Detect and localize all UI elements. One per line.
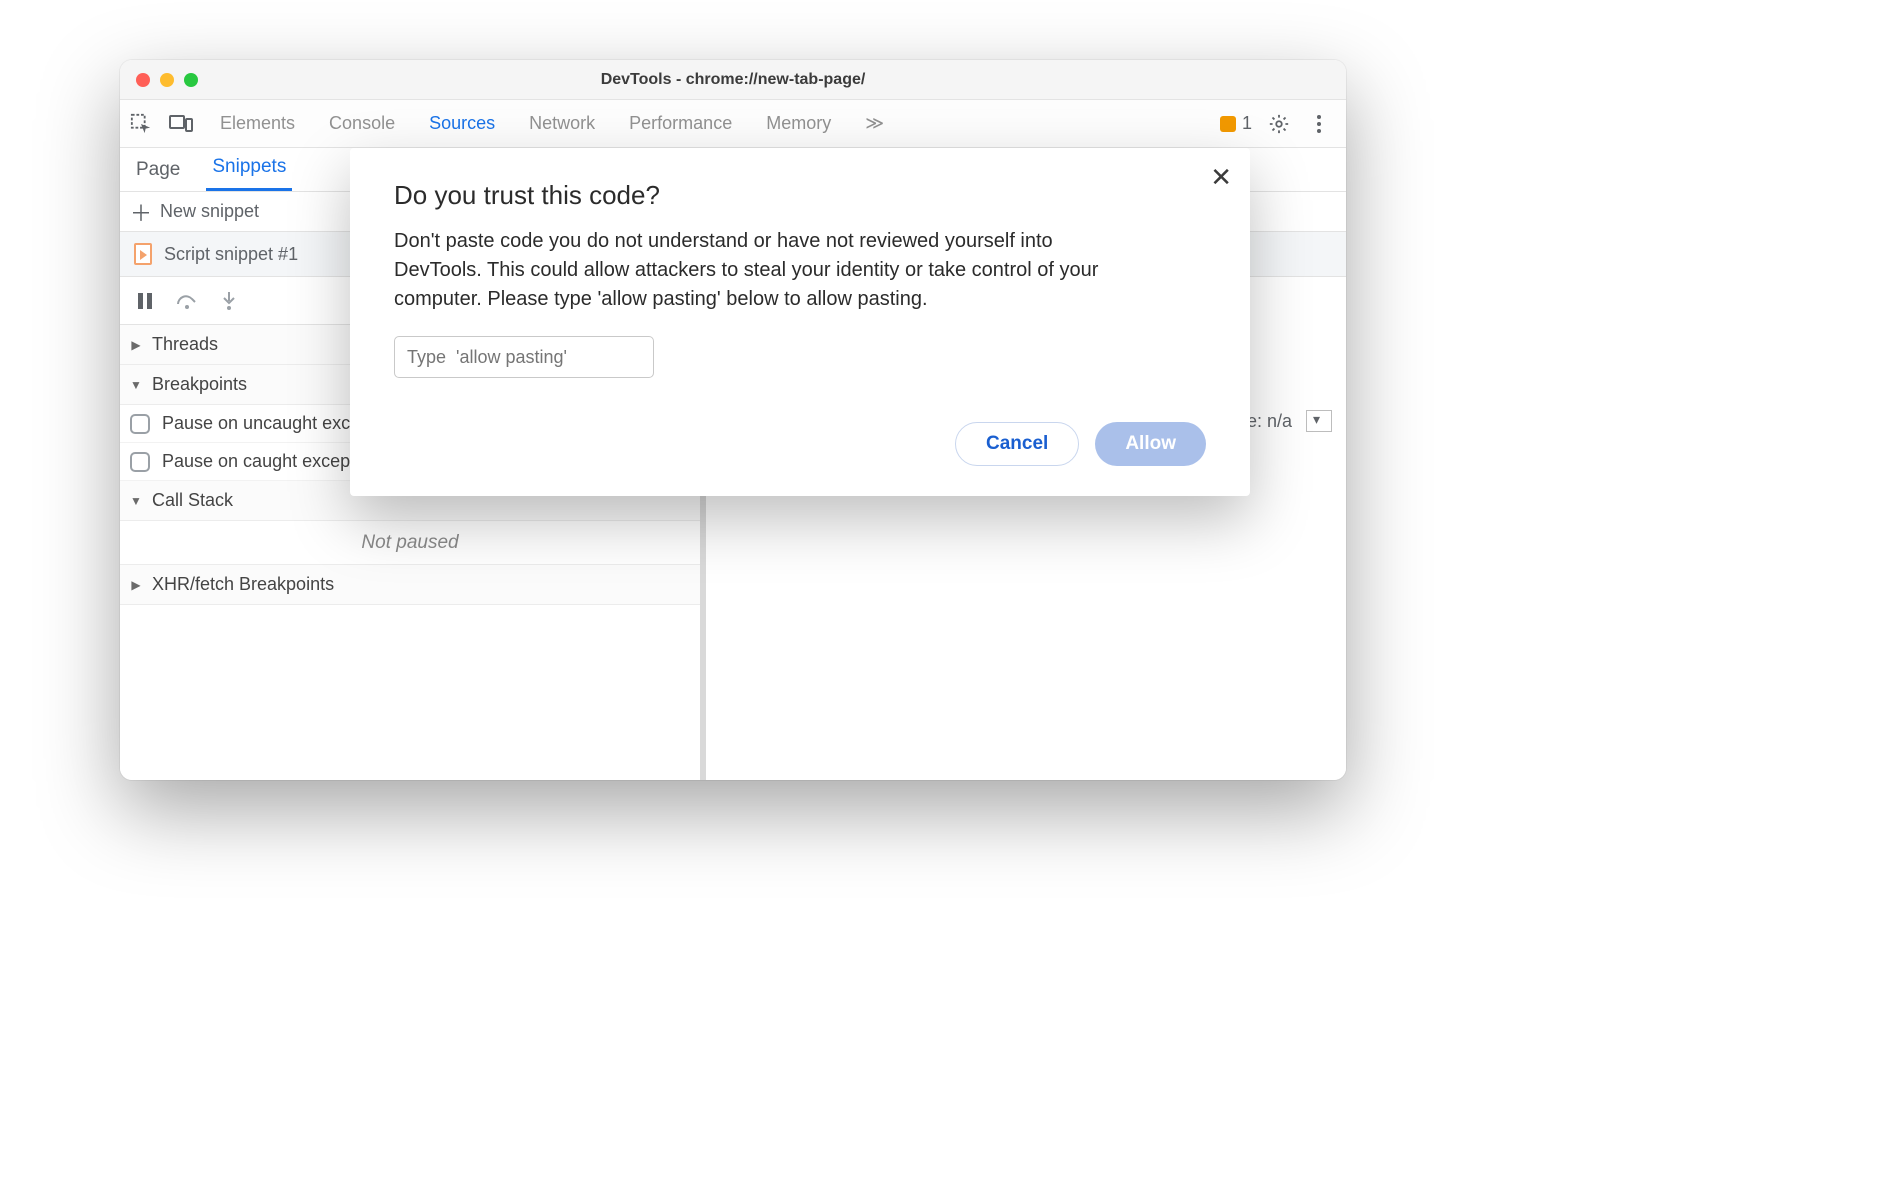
chevron-right-icon: ▶ <box>128 578 144 592</box>
inspect-element-icon[interactable] <box>128 111 154 137</box>
tab-performance[interactable]: Performance <box>621 100 740 148</box>
dialog-close-button[interactable]: ✕ <box>1210 162 1232 193</box>
coverage-dropdown-icon[interactable] <box>1306 410 1332 432</box>
main-tabs-bar: Elements Console Sources Network Perform… <box>120 100 1346 148</box>
allow-button[interactable]: Allow <box>1095 422 1206 466</box>
pause-icon[interactable] <box>132 288 158 314</box>
dialog-title: Do you trust this code? <box>394 180 1206 211</box>
chevron-down-icon: ▼ <box>128 494 144 508</box>
chevron-right-icon: ▶ <box>128 338 144 352</box>
cancel-button[interactable]: Cancel <box>955 422 1079 466</box>
device-toggle-icon[interactable] <box>168 111 194 137</box>
snippet-file-icon <box>134 243 152 265</box>
allow-pasting-input[interactable] <box>394 336 654 378</box>
window-title: DevTools - chrome://new-tab-page/ <box>120 71 1346 89</box>
devtools-window: DevTools - chrome://new-tab-page/ Elemen… <box>120 60 1346 780</box>
new-snippet-label: New snippet <box>160 201 259 222</box>
window-close-button[interactable] <box>136 73 150 87</box>
subtab-page[interactable]: Page <box>130 159 186 191</box>
checkbox-icon <box>130 414 150 434</box>
chevron-down-icon: ▼ <box>128 378 144 392</box>
window-minimize-button[interactable] <box>160 73 174 87</box>
tab-memory[interactable]: Memory <box>758 100 839 148</box>
snippet-item-label: Script snippet #1 <box>164 244 298 265</box>
trust-code-dialog: ✕ Do you trust this code? Don't paste co… <box>350 148 1250 496</box>
tab-elements[interactable]: Elements <box>212 100 303 148</box>
step-over-icon[interactable] <box>174 288 200 314</box>
main-tabs: Elements Console Sources Network Perform… <box>212 100 892 148</box>
titlebar: DevTools - chrome://new-tab-page/ <box>120 60 1346 100</box>
issues-count: 1 <box>1242 113 1252 134</box>
tab-network[interactable]: Network <box>521 100 603 148</box>
kebab-menu-icon[interactable] <box>1306 111 1332 137</box>
step-into-icon[interactable] <box>216 288 242 314</box>
close-icon: ✕ <box>1210 162 1232 192</box>
settings-gear-icon[interactable] <box>1266 111 1292 137</box>
plus-icon: ＋ <box>130 196 150 228</box>
subtab-snippets[interactable]: Snippets <box>206 156 292 191</box>
issues-badge[interactable]: 1 <box>1220 113 1252 134</box>
dialog-body: Don't paste code you do not understand o… <box>394 227 1134 314</box>
warning-icon <box>1220 116 1236 132</box>
tab-console[interactable]: Console <box>321 100 403 148</box>
callstack-status: Not paused <box>120 521 700 565</box>
traffic-lights <box>120 73 198 87</box>
window-zoom-button[interactable] <box>184 73 198 87</box>
dialog-actions: Cancel Allow <box>394 422 1206 466</box>
tabs-overflow-button[interactable]: ≫ <box>857 100 892 148</box>
tab-sources[interactable]: Sources <box>421 100 503 148</box>
section-xhr-breakpoints[interactable]: ▶ XHR/fetch Breakpoints <box>120 565 700 605</box>
checkbox-icon <box>130 452 150 472</box>
